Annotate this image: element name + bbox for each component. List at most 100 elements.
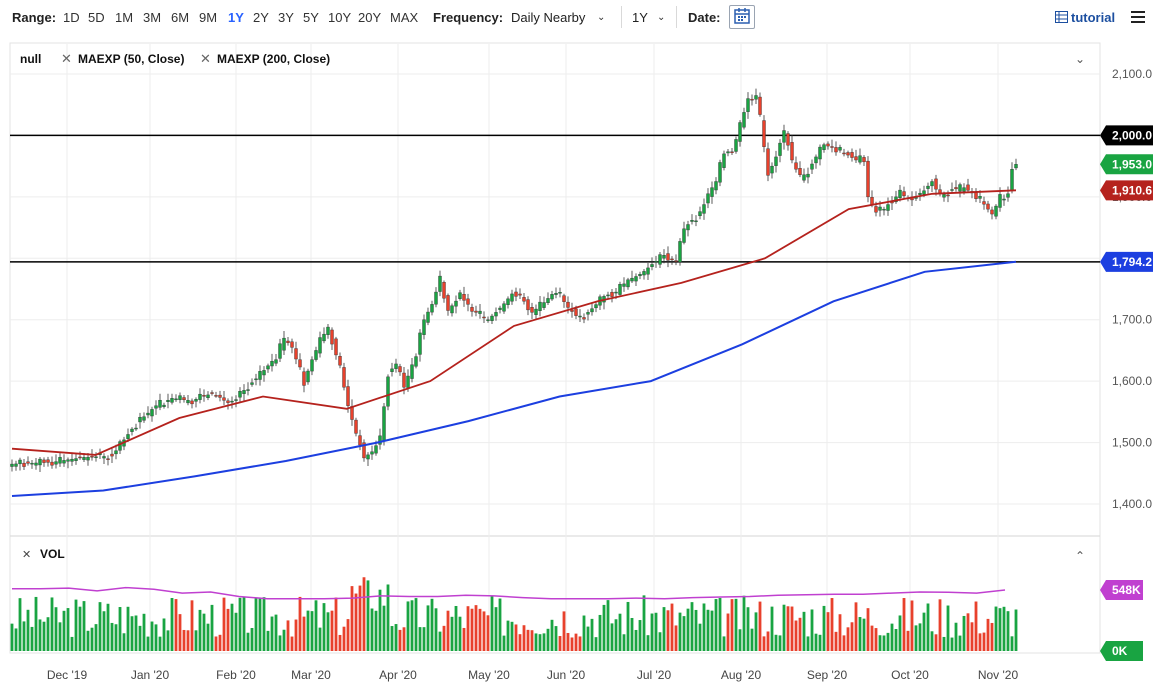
candle	[494, 307, 498, 321]
candle	[646, 262, 650, 281]
candle	[254, 373, 258, 386]
candle-body	[250, 382, 254, 385]
candle-body	[750, 98, 754, 101]
candle-body	[314, 350, 318, 360]
x-tick-label: Dec '19	[47, 668, 88, 682]
candle	[798, 161, 802, 178]
candle-body	[574, 308, 578, 316]
volume-bar	[206, 623, 210, 651]
volume-bar	[678, 612, 682, 651]
candle-body	[462, 294, 466, 301]
candle-body	[402, 372, 406, 388]
volume-bar	[694, 609, 698, 651]
candle	[294, 341, 298, 365]
candle	[262, 366, 266, 382]
candle	[950, 182, 954, 193]
volume-bar	[198, 609, 202, 651]
candle	[882, 206, 886, 216]
collapse-volume-icon[interactable]: ⌃	[1075, 549, 1085, 563]
candle	[818, 144, 822, 166]
candle	[522, 292, 526, 305]
candle	[538, 295, 542, 317]
candle-body	[326, 326, 330, 335]
candle-body	[482, 316, 486, 319]
volume-bar	[286, 620, 290, 651]
candle-body	[990, 209, 994, 215]
volume-bar	[470, 608, 474, 651]
remove-study-icon[interactable]: ✕	[200, 51, 211, 66]
volume-bar	[450, 616, 454, 651]
volume-bar	[854, 602, 858, 651]
volume-bar	[998, 608, 1002, 651]
volume-bar	[554, 626, 558, 651]
volume-bar	[238, 597, 242, 651]
volume-bar	[526, 629, 530, 651]
volume-bar	[298, 596, 302, 651]
candle-body	[586, 312, 590, 315]
volume-bar	[342, 626, 346, 651]
candle-body	[790, 142, 794, 161]
volume-bar	[850, 622, 854, 651]
volume-bar	[146, 636, 150, 651]
volume-bar	[302, 616, 306, 651]
volume-bar	[494, 607, 498, 651]
vol-remove-icon[interactable]: ✕	[22, 549, 31, 561]
candle-body	[442, 282, 446, 299]
candle-body	[798, 168, 802, 175]
candle	[362, 439, 366, 462]
candle-body	[426, 311, 430, 323]
candle	[370, 445, 374, 460]
volume-bar	[898, 615, 902, 651]
volume-bar	[374, 610, 378, 651]
candle-body	[106, 458, 110, 460]
candle-body	[110, 453, 114, 457]
x-tick-label: Jun '20	[547, 668, 586, 682]
volume-bar	[634, 629, 638, 651]
volume-bar	[814, 633, 818, 651]
candle-body	[686, 224, 690, 231]
candle	[594, 302, 598, 313]
volume-bar	[254, 598, 258, 651]
candle-body	[518, 293, 522, 296]
volume-bar	[162, 618, 166, 651]
volume-bar	[562, 611, 566, 651]
y-tick-label: 2,100.0	[1112, 67, 1152, 81]
candle-body	[290, 341, 294, 348]
volume-bar	[958, 635, 962, 651]
volume-bar	[514, 624, 518, 651]
candle	[314, 346, 318, 362]
volume-bar	[970, 622, 974, 651]
volume-bar	[102, 611, 106, 651]
candle-body	[978, 196, 982, 199]
remove-study-icon[interactable]: ✕	[61, 51, 72, 66]
candle	[534, 304, 538, 319]
volume-bar	[638, 620, 642, 651]
volume-bar	[1010, 636, 1014, 651]
candle	[138, 412, 142, 429]
collapse-legend-icon[interactable]: ⌄	[1075, 52, 1085, 66]
volume-bar	[226, 608, 230, 651]
candle	[674, 254, 678, 266]
candle	[174, 394, 178, 402]
candle-body	[398, 366, 402, 373]
legend-study-ma50[interactable]: MAEXP (50, Close)	[78, 52, 184, 66]
candle	[30, 460, 34, 469]
candle-body	[986, 203, 990, 210]
volume-bar	[434, 608, 438, 651]
volume-bar	[246, 632, 250, 651]
legend-study-ma200[interactable]: MAEXP (200, Close)	[217, 52, 330, 66]
candle	[58, 452, 62, 467]
candle-body	[874, 206, 878, 213]
candle	[518, 288, 522, 299]
volume-bar	[90, 627, 94, 651]
volume-bar	[778, 635, 782, 651]
volume-bar	[974, 601, 978, 651]
volume-bar	[502, 635, 506, 651]
candle-body	[254, 378, 258, 381]
candle	[42, 457, 46, 467]
candle-body	[298, 359, 302, 368]
candle	[302, 367, 306, 393]
candle	[726, 148, 730, 157]
candle	[326, 324, 330, 339]
volume-bar	[786, 606, 790, 651]
